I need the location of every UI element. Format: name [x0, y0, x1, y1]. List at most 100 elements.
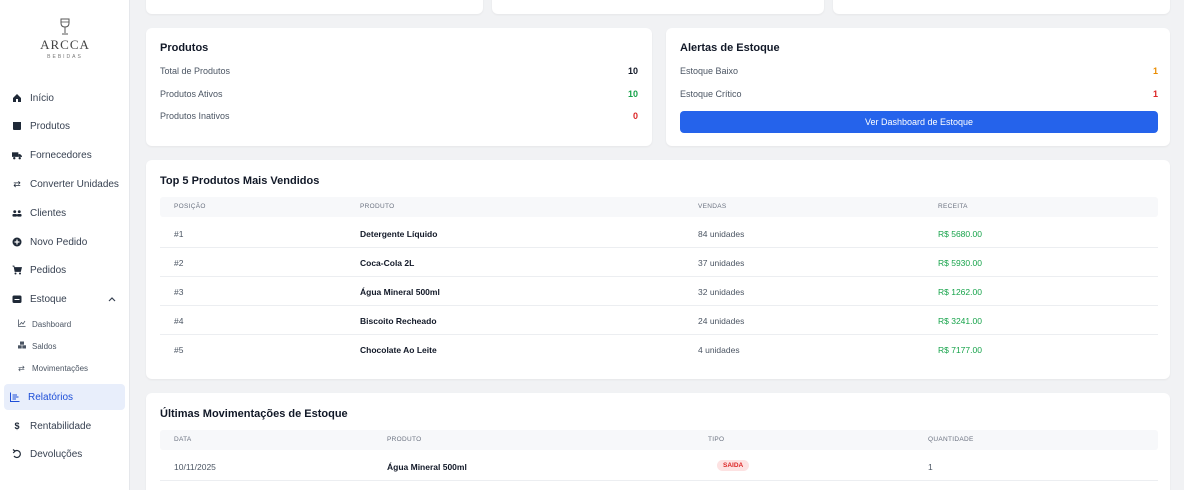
cell-receita: R$ 3241.00	[938, 316, 982, 326]
table-row[interactable]: #5 Chocolate Ao Leite 4 unidades R$ 7177…	[160, 335, 1158, 364]
cart-icon	[12, 265, 22, 275]
home-icon	[12, 93, 22, 103]
sidebar-item-label: Devoluções	[30, 448, 83, 460]
sidebar-item-label: Fornecedores	[30, 149, 92, 161]
boxes-icon	[18, 341, 27, 351]
stat-value: 1	[1152, 66, 1158, 76]
sidebar-item-label: Relatórios	[28, 391, 74, 403]
table-row[interactable]: 10/11/2025 Água Mineral 500ml SAIDA 1	[160, 452, 1158, 481]
alertas-card: Alertas de Estoque Estoque Baixo 1 Estoq…	[666, 28, 1170, 146]
undo-icon	[12, 449, 22, 459]
sidebar-item-novo-pedido[interactable]: Novo Pedido	[6, 230, 124, 254]
cell-receita: R$ 1262.00	[938, 287, 982, 297]
sidebar-item-label: Rentabilidade	[30, 420, 92, 432]
table-header: DATA PRODUTO TIPO QUANTIDADE	[160, 430, 1158, 450]
cell-produto: Biscoito Recheado	[360, 316, 437, 326]
swap-icon: ⇄	[13, 178, 21, 189]
sidebar-item-devolucoes[interactable]: Devoluções	[6, 442, 124, 466]
sidebar-item-label: Converter Unidades	[30, 178, 119, 190]
stat-row: Produtos Inativos 0	[160, 111, 638, 121]
cell-data: 10/11/2025	[174, 462, 216, 472]
column-header: VENDAS	[698, 203, 727, 210]
stat-label: Estoque Baixo	[680, 66, 739, 76]
cell-produto: Chocolate Ao Leite	[360, 345, 437, 355]
chevron-up-icon[interactable]	[108, 295, 116, 304]
cell-vendas: 32 unidades	[698, 287, 745, 297]
column-header: DATA	[174, 436, 192, 443]
stat-label: Estoque Crítico	[680, 89, 742, 99]
sidebar-item-fornecedores[interactable]: Fornecedores	[6, 143, 124, 167]
stat-label: Produtos Ativos	[160, 89, 223, 99]
stat-label: Total de Produtos	[160, 66, 231, 76]
stat-value: 0	[632, 111, 638, 121]
swap-icon: ⇄	[18, 363, 25, 373]
card-title: Top 5 Produtos Mais Vendidos	[160, 175, 320, 187]
column-header: TIPO	[708, 436, 725, 443]
sidebar: ARCCA BEBIDAS Início Produtos Fornecedor…	[0, 0, 130, 490]
table-row[interactable]: #4 Biscoito Recheado 24 unidades R$ 3241…	[160, 306, 1158, 335]
sidebar-subitem-label: Movimentações	[32, 363, 89, 373]
sidebar-subitem-label: Saldos	[32, 341, 57, 351]
wine-glass-icon	[60, 18, 70, 35]
column-header: QUANTIDADE	[928, 436, 974, 443]
brand-subtitle: BEBIDAS	[47, 54, 83, 60]
cell-posicao: #2	[174, 258, 184, 268]
sidebar-subitem-label: Dashboard	[32, 319, 72, 329]
sidebar-subitem-dashboard[interactable]: Dashboard	[18, 316, 124, 332]
cell-quantidade: 1	[928, 462, 933, 472]
cell-receita: R$ 5680.00	[938, 229, 982, 239]
column-header: PRODUTO	[360, 203, 395, 210]
cell-vendas: 4 unidades	[698, 345, 740, 355]
summary-card-partial	[833, 0, 1170, 14]
summary-card-partial	[492, 0, 824, 14]
movimentacoes-card: Últimas Movimentações de Estoque DATA PR…	[146, 393, 1170, 490]
sidebar-item-converter-unidades[interactable]: ⇄ Converter Unidades	[6, 172, 124, 196]
sidebar-item-rentabilidade[interactable]: $ Rentabilidade	[6, 414, 124, 438]
sidebar-subitem-saldos[interactable]: Saldos	[18, 338, 124, 354]
table-row[interactable]: #3 Água Mineral 500ml 32 unidades R$ 126…	[160, 277, 1158, 306]
box-icon	[12, 121, 22, 131]
stat-value: 10	[627, 89, 638, 99]
cell-vendas: 24 unidades	[698, 316, 745, 326]
sidebar-item-label: Estoque	[30, 293, 67, 305]
cell-vendas: 37 unidades	[698, 258, 745, 268]
stat-row: Total de Produtos 10	[160, 66, 638, 76]
cell-produto: Coca-Cola 2L	[360, 258, 415, 268]
stat-row: Estoque Baixo 1	[680, 66, 1158, 76]
sidebar-item-clientes[interactable]: Clientes	[6, 201, 124, 225]
sidebar-item-pedidos[interactable]: Pedidos	[6, 258, 124, 282]
produtos-card: Produtos Total de Produtos 10 Produtos A…	[146, 28, 652, 146]
table-row[interactable]: #1 Detergente Líquido 84 unidades R$ 568…	[160, 219, 1158, 248]
warehouse-icon	[12, 294, 22, 304]
sidebar-subitem-movimentacoes[interactable]: ⇄ Movimentações	[18, 360, 124, 376]
cell-posicao: #4	[174, 316, 184, 326]
cell-vendas: 84 unidades	[698, 229, 745, 239]
sidebar-item-label: Pedidos	[30, 264, 67, 276]
top5-card: Top 5 Produtos Mais Vendidos POSIÇÃO PRO…	[146, 160, 1170, 379]
card-title: Produtos	[160, 42, 209, 54]
card-title: Últimas Movimentações de Estoque	[160, 408, 348, 420]
stat-value: 1	[1152, 89, 1158, 99]
brand-name: ARCCA	[40, 37, 90, 52]
cell-receita: R$ 5930.00	[938, 258, 982, 268]
stat-value: 10	[627, 66, 638, 76]
dollar-icon: $	[14, 421, 20, 431]
sidebar-item-label: Novo Pedido	[30, 236, 88, 248]
sidebar-item-label: Início	[30, 92, 54, 104]
table-row[interactable]: #2 Coca-Cola 2L 37 unidades R$ 5930.00	[160, 248, 1158, 277]
cell-receita: R$ 7177.00	[938, 345, 982, 355]
sidebar-item-label: Produtos	[30, 120, 71, 132]
sidebar-item-estoque[interactable]: Estoque	[6, 287, 124, 311]
cell-produto: Água Mineral 500ml	[387, 462, 467, 472]
status-badge: SAIDA	[717, 460, 750, 471]
stat-row: Estoque Crítico 1	[680, 89, 1158, 99]
summary-card-partial	[146, 0, 483, 14]
plus-circle-icon	[12, 237, 22, 247]
sidebar-item-produtos[interactable]: Produtos	[6, 114, 124, 138]
ver-dashboard-estoque-button[interactable]: Ver Dashboard de Estoque	[680, 111, 1158, 133]
sidebar-item-inicio[interactable]: Início	[6, 86, 124, 110]
sidebar-item-relatorios[interactable]: Relatórios	[4, 384, 125, 410]
brand-logo[interactable]: ARCCA BEBIDAS	[0, 18, 130, 60]
table-header: POSIÇÃO PRODUTO VENDAS RECEITA	[160, 197, 1158, 217]
cell-produto: Água Mineral 500ml	[360, 287, 440, 297]
